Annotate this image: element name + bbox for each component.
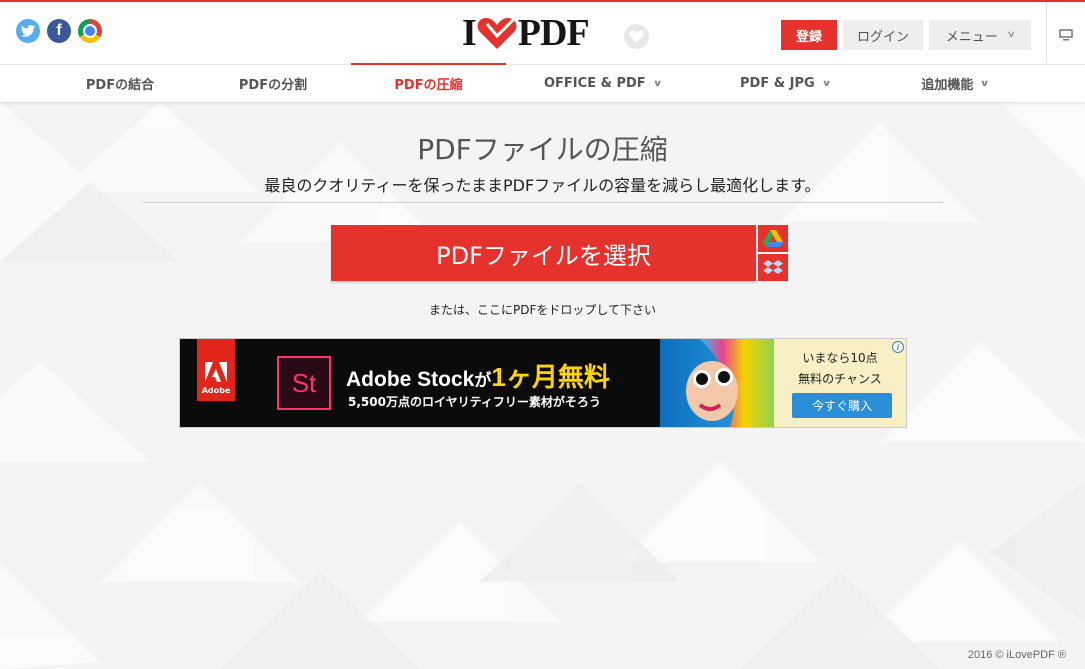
nav-compress-pdf[interactable]: PDFの圧縮 [351,65,506,102]
ad-offer: 1ヶ月無料 [491,362,610,392]
drop-hint: または、ここにPDFをドロップして下さい [428,303,657,317]
register-label: 登録 [795,29,822,45]
ad-cta-line2: 無料のチャンス [798,372,882,386]
nav-pdf-jpg[interactable]: PDF & JPG ∨ [720,65,850,102]
nav-label: OFFICE & PDF [544,76,646,91]
google-drive-button[interactable] [758,225,788,252]
footer-copyright: 2016 © iLovePDF ® [967,649,1066,661]
page-subtitle: 最良のクオリティーを保ったままPDFファイルの容量を減らし最適化します。 [264,176,821,195]
buy-now-button[interactable]: 今すぐ購入 [792,393,892,418]
ad-headline: Adobe Stockが1ヶ月無料 [346,357,610,394]
chevron-down-icon: ∨ [821,78,832,89]
adobe-stock-logo: St [277,356,331,410]
ilovepdf-logo[interactable]: I PDF [462,12,590,54]
nav-label: PDFの分割 [238,78,308,93]
login-button[interactable]: ログイン [843,20,923,50]
ad-particle: が [474,371,492,390]
facebook-icon[interactable]: f [47,19,71,43]
select-pdf-label: PDFファイルを選択 [436,241,651,270]
ad-banner[interactable]: Adobe St Adobe Stockが1ヶ月無料 5,500万点のロイヤリテ… [179,338,907,428]
ad-brand: Adobe Stock [346,368,475,391]
desktop-icon[interactable] [1059,29,1073,41]
header-divider [1046,2,1047,66]
logo-text-left: I [462,12,477,54]
adobe-icon [205,362,227,382]
twitter-icon[interactable] [16,19,40,43]
chevron-down-icon: ∨ [979,78,991,89]
ad-cta-panel: いまなら10点 無料のチャンス 今すぐ購入 [774,339,906,427]
dropbox-button[interactable] [758,254,788,281]
select-pdf-button[interactable]: PDFファイルを選択 [331,225,756,281]
ad-model-image [660,339,774,427]
dropbox-icon [763,259,783,274]
menu-button[interactable]: メニュー ∨ [929,20,1031,50]
adobe-logo: Adobe [197,339,235,401]
ad-info-label: i [896,342,900,352]
adobe-label: Adobe [201,386,231,395]
main-content: PDFファイルの圧縮 最良のクオリティーを保ったままPDFファイルの容量を減らし… [0,102,1085,669]
register-button[interactable]: 登録 [781,20,837,50]
nav-split-pdf[interactable]: PDFの分割 [208,65,338,102]
top-header: f I PDF 登録 ログイン メニュー ∨ [0,0,1085,66]
nav-office-pdf[interactable]: OFFICE & PDF ∨ [530,65,675,102]
tool-nav: PDFの結合 PDFの分割 PDFの圧縮 OFFICE & PDF ∨ PDF … [0,63,1085,102]
nav-label: 追加機能 [921,78,974,93]
ad-cta-line1: いまなら10点 [802,351,878,365]
ad-subtext: 5,500万点のロイヤリティフリー素材がそろう [348,395,601,409]
heart-icon [477,16,517,49]
logo-text-right: PDF [517,12,590,54]
st-label: St [291,367,317,398]
chevron-down-icon: ∨ [652,78,663,89]
menu-label: メニュー [945,29,998,45]
login-label: ログイン [856,29,909,45]
buy-now-label: 今すぐ購入 [811,399,872,413]
chevron-down-icon: ∨ [1006,30,1016,40]
nav-more-tools[interactable]: 追加機能 ∨ [895,65,1015,102]
ad-info-icon[interactable]: i [892,341,904,353]
nav-label: PDFの結合 [85,78,155,93]
google-drive-icon [763,229,783,247]
nav-label: PDF & JPG [740,76,815,91]
divider [143,202,943,203]
nav-label: PDFの圧縮 [394,78,463,93]
social-links: f [16,19,102,43]
heart-badge-icon [624,24,649,49]
nav-merge-pdf[interactable]: PDFの結合 [55,65,185,102]
page-title: PDFファイルの圧縮 [417,133,668,166]
chrome-icon[interactable] [78,19,102,43]
